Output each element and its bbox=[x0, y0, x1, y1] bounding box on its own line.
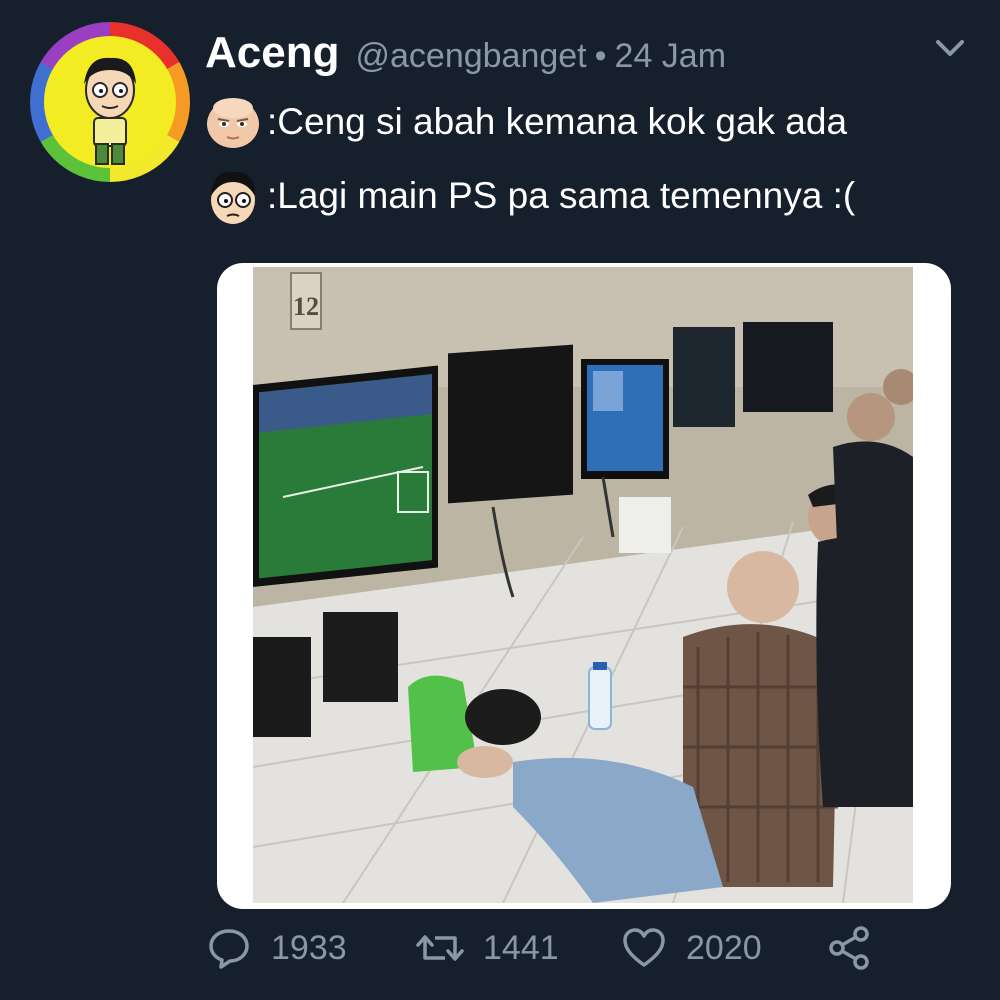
reply-count: 1933 bbox=[271, 928, 347, 967]
tweet-text-line-2: :Lagi main PS pa sama temennya :( bbox=[203, 166, 855, 226]
tweet-header: Aceng @acengbanget • 24 Jam bbox=[205, 28, 726, 88]
retweet-count: 1441 bbox=[483, 928, 559, 967]
tweet-actions: 1933 1441 2020 bbox=[205, 918, 885, 978]
retweet-icon bbox=[416, 935, 464, 961]
tweet-media[interactable]: 12 bbox=[217, 263, 951, 909]
aceng-emoji-icon bbox=[203, 166, 263, 226]
wall-number-sign: 12 bbox=[293, 292, 319, 321]
avatar-cartoon-image bbox=[44, 36, 176, 168]
retweet-button[interactable]: 1441 bbox=[415, 918, 559, 978]
user-handle[interactable]: @acengbanget bbox=[355, 37, 586, 76]
baby-boss-emoji-icon bbox=[203, 92, 263, 152]
avatar[interactable] bbox=[30, 22, 190, 182]
tweet-card: Aceng @acengbanget • 24 Jam :Ceng si aba… bbox=[0, 0, 1000, 1000]
like-button[interactable]: 2020 bbox=[620, 918, 762, 978]
share-icon bbox=[829, 926, 869, 970]
timestamp[interactable]: 24 Jam bbox=[615, 37, 727, 76]
gaming-room-photo: 12 bbox=[253, 267, 913, 903]
separator-dot: • bbox=[594, 37, 607, 75]
like-count: 2020 bbox=[686, 928, 762, 967]
dialog-line-1: :Ceng si abah kemana kok gak ada bbox=[267, 101, 848, 142]
heart-icon bbox=[623, 928, 665, 967]
chevron-down-icon[interactable] bbox=[930, 32, 970, 66]
tweet-text-line-1: :Ceng si abah kemana kok gak ada bbox=[203, 92, 847, 152]
dialog-line-2: :Lagi main PS pa sama temennya :( bbox=[267, 175, 856, 216]
display-name[interactable]: Aceng bbox=[205, 28, 339, 78]
share-button[interactable] bbox=[825, 918, 873, 978]
reply-icon bbox=[209, 929, 249, 969]
reply-button[interactable]: 1933 bbox=[205, 918, 347, 978]
